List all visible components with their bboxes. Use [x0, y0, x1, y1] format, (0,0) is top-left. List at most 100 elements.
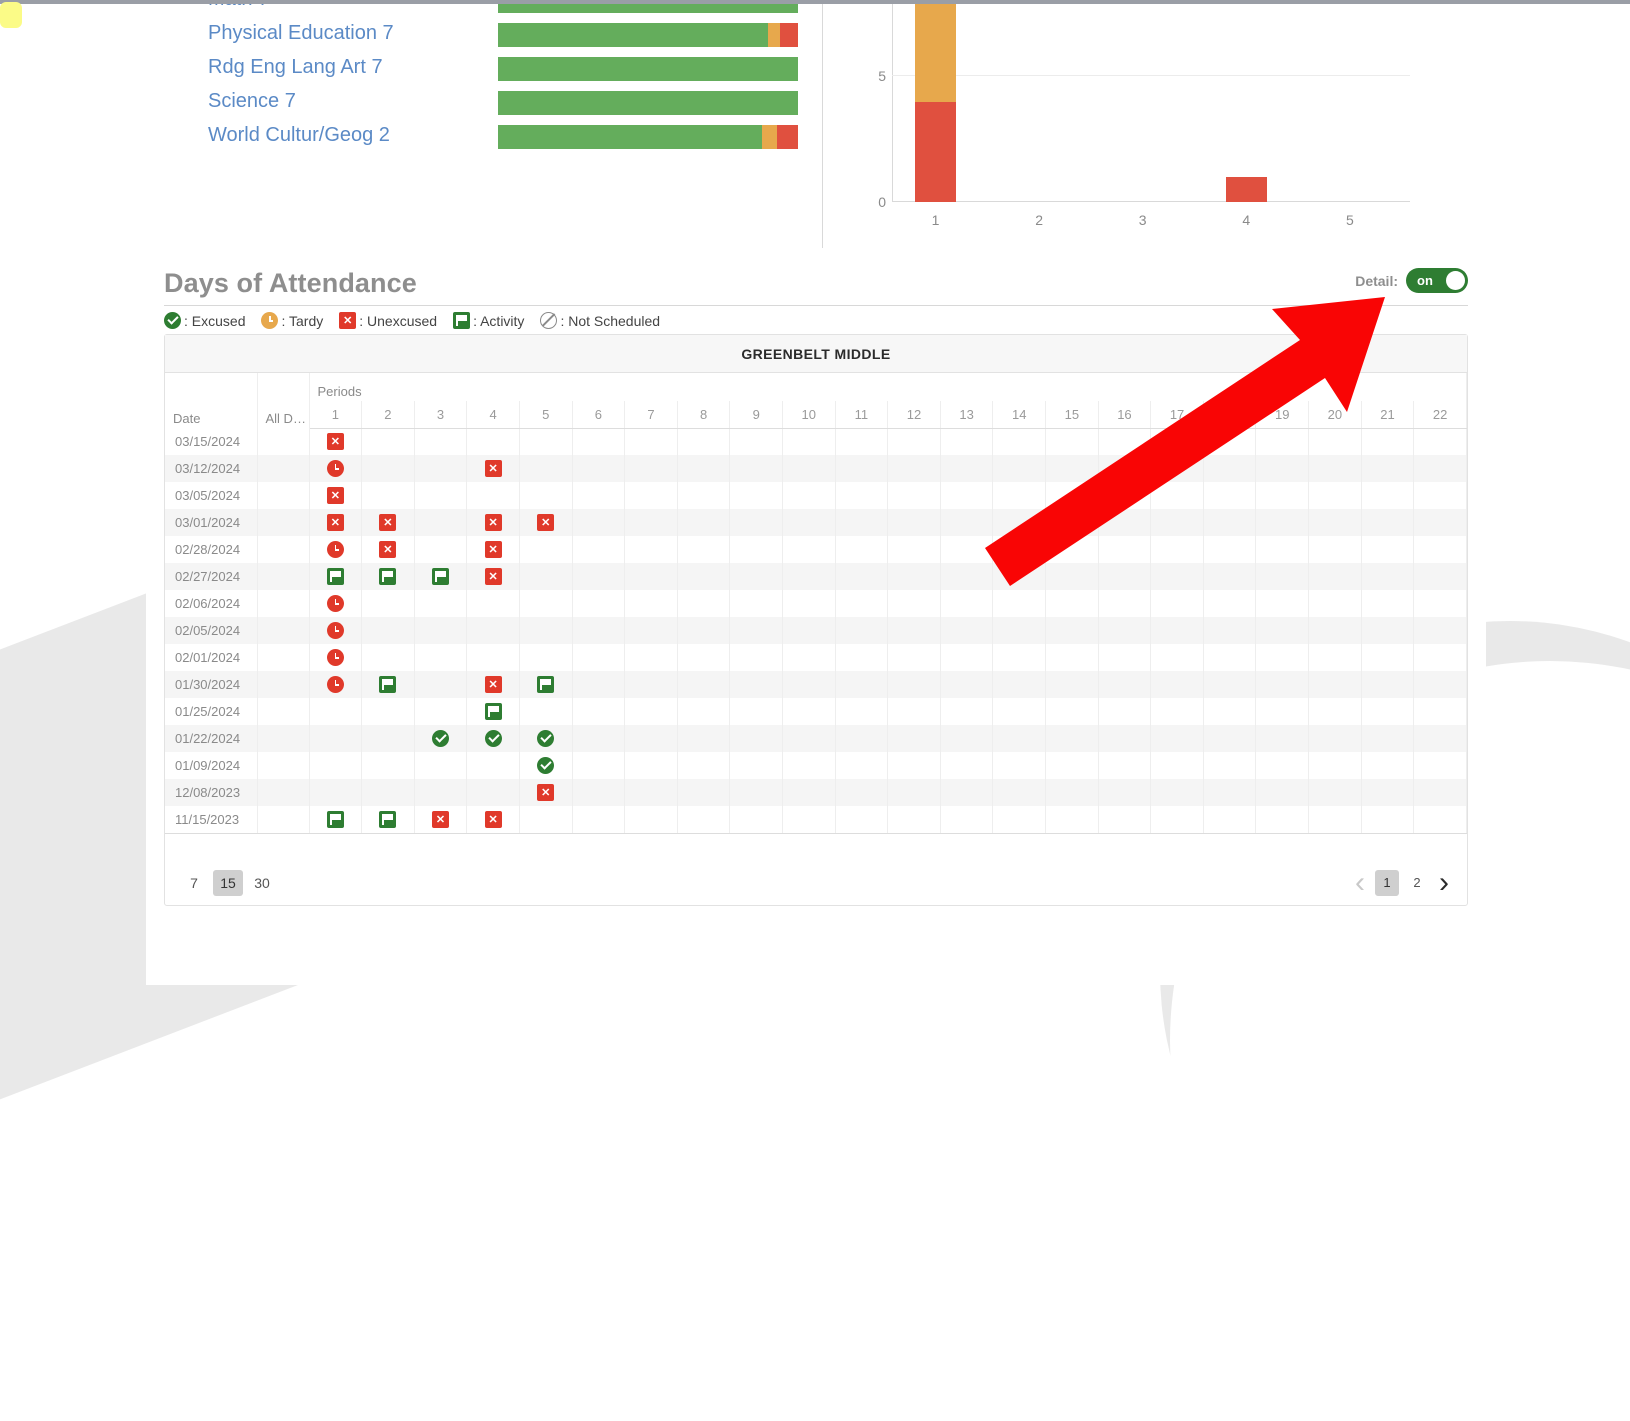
page-navigator[interactable]: ‹ 12 › [1351, 870, 1453, 896]
cell-period-10 [782, 590, 835, 617]
column-header-period-1[interactable]: 1 [309, 401, 362, 428]
cell-period-16 [1098, 428, 1151, 455]
column-header-period-17[interactable]: 17 [1151, 401, 1204, 428]
cell-period-7 [625, 617, 678, 644]
cell-period-10 [782, 428, 835, 455]
page-size-selector[interactable]: 71530 [179, 870, 277, 896]
table-row[interactable]: 11/15/2023 [165, 806, 1467, 833]
detail-toggle-knob[interactable] [1446, 271, 1465, 290]
chart-bar-segment-unexcused [1226, 177, 1267, 202]
detail-toggle-group[interactable]: Detail: on [1355, 268, 1468, 293]
column-header-period-12[interactable]: 12 [888, 401, 941, 428]
cell-period-3 [414, 779, 467, 806]
cell-period-14 [993, 644, 1046, 671]
cell-period-3 [414, 671, 467, 698]
table-row[interactable]: 02/28/2024 [165, 536, 1467, 563]
cell-period-2 [362, 671, 415, 698]
detail-toggle-switch[interactable]: on [1406, 268, 1468, 293]
cell-period-14 [993, 455, 1046, 482]
cell-period-4 [467, 617, 520, 644]
cell-period-20 [1309, 779, 1362, 806]
cell-period-10 [782, 806, 835, 833]
column-header-period-18[interactable]: 18 [1203, 401, 1256, 428]
column-header-period-8[interactable]: 8 [677, 401, 730, 428]
cell-period-17 [1151, 509, 1204, 536]
legend-item: : Excused [164, 312, 245, 329]
attendance-table-scroll[interactable]: Date All D… Periods 12345678910111213141… [165, 373, 1467, 834]
column-header-period-11[interactable]: 11 [835, 401, 888, 428]
column-header-period-10[interactable]: 10 [782, 401, 835, 428]
cell-period-6 [572, 509, 625, 536]
cell-date: 02/06/2024 [165, 590, 257, 617]
column-header-period-5[interactable]: 5 [519, 401, 572, 428]
detail-label: Detail: [1355, 273, 1398, 289]
legend-item-label: : Tardy [281, 313, 323, 329]
table-row[interactable]: 03/15/2024 [165, 428, 1467, 455]
cell-period-5 [519, 752, 572, 779]
page-number-2[interactable]: 2 [1405, 870, 1429, 896]
course-link[interactable]: Rdg Eng Lang Art 7 [208, 54, 383, 80]
page-number-1[interactable]: 1 [1375, 870, 1399, 896]
cell-period-17 [1151, 428, 1204, 455]
cell-period-20 [1309, 509, 1362, 536]
cell-period-15 [1046, 779, 1099, 806]
attendance-legend: : Excused: Tardy: Unexcused: Activity: N… [164, 312, 660, 329]
column-header-period-16[interactable]: 16 [1098, 401, 1151, 428]
cell-period-1 [309, 617, 362, 644]
cell-period-19 [1256, 428, 1309, 455]
cell-period-1 [309, 428, 362, 455]
chevron-left-icon[interactable]: ‹ [1351, 872, 1369, 894]
table-row[interactable]: 01/22/2024 [165, 725, 1467, 752]
column-header-period-6[interactable]: 6 [572, 401, 625, 428]
table-row[interactable]: 02/05/2024 [165, 617, 1467, 644]
column-header-all-day[interactable]: All D… [257, 373, 309, 428]
column-header-period-21[interactable]: 21 [1361, 401, 1414, 428]
table-row[interactable]: 03/05/2024 [165, 482, 1467, 509]
column-header-period-20[interactable]: 20 [1309, 401, 1362, 428]
cell-period-6 [572, 698, 625, 725]
cell-period-9 [730, 779, 783, 806]
column-header-period-2[interactable]: 2 [362, 401, 415, 428]
column-header-period-19[interactable]: 19 [1256, 401, 1309, 428]
table-row[interactable]: 01/25/2024 [165, 698, 1467, 725]
cell-period-6 [572, 428, 625, 455]
column-header-period-4[interactable]: 4 [467, 401, 520, 428]
table-row[interactable]: 02/01/2024 [165, 644, 1467, 671]
table-row[interactable]: 01/30/2024 [165, 671, 1467, 698]
table-row[interactable]: 03/12/2024 [165, 455, 1467, 482]
activity-icon [485, 703, 502, 720]
column-header-period-9[interactable]: 9 [730, 401, 783, 428]
chevron-right-icon[interactable]: › [1435, 872, 1453, 894]
column-header-period-15[interactable]: 15 [1046, 401, 1099, 428]
cell-period-7 [625, 509, 678, 536]
cell-period-17 [1151, 806, 1204, 833]
cell-period-20 [1309, 590, 1362, 617]
page-size-option-30[interactable]: 30 [247, 870, 277, 896]
course-link[interactable]: World Cultur/Geog 2 [208, 122, 390, 148]
cell-period-21 [1361, 779, 1414, 806]
page-size-option-15[interactable]: 15 [213, 870, 243, 896]
cell-date: 02/01/2024 [165, 644, 257, 671]
column-header-period-7[interactable]: 7 [625, 401, 678, 428]
column-header-period-22[interactable]: 22 [1414, 401, 1467, 428]
column-header-period-14[interactable]: 14 [993, 401, 1046, 428]
page-size-option-7[interactable]: 7 [179, 870, 209, 896]
cell-period-18 [1203, 644, 1256, 671]
cell-period-12 [888, 536, 941, 563]
column-header-date[interactable]: Date [165, 373, 257, 428]
table-row[interactable]: 02/06/2024 [165, 590, 1467, 617]
table-row[interactable]: 01/09/2024 [165, 752, 1467, 779]
column-header-period-3[interactable]: 3 [414, 401, 467, 428]
column-header-period-13[interactable]: 13 [940, 401, 993, 428]
cell-period-15 [1046, 806, 1099, 833]
cell-period-11 [835, 752, 888, 779]
table-row[interactable]: 12/08/2023 [165, 779, 1467, 806]
cell-period-5 [519, 617, 572, 644]
table-row[interactable]: 02/27/2024 [165, 563, 1467, 590]
cell-period-13 [940, 590, 993, 617]
course-link[interactable]: Physical Education 7 [208, 20, 394, 46]
unexcused-icon [327, 433, 344, 450]
course-link[interactable]: Science 7 [208, 88, 296, 114]
unexcused-icon [339, 312, 356, 329]
table-row[interactable]: 03/01/2024 [165, 509, 1467, 536]
